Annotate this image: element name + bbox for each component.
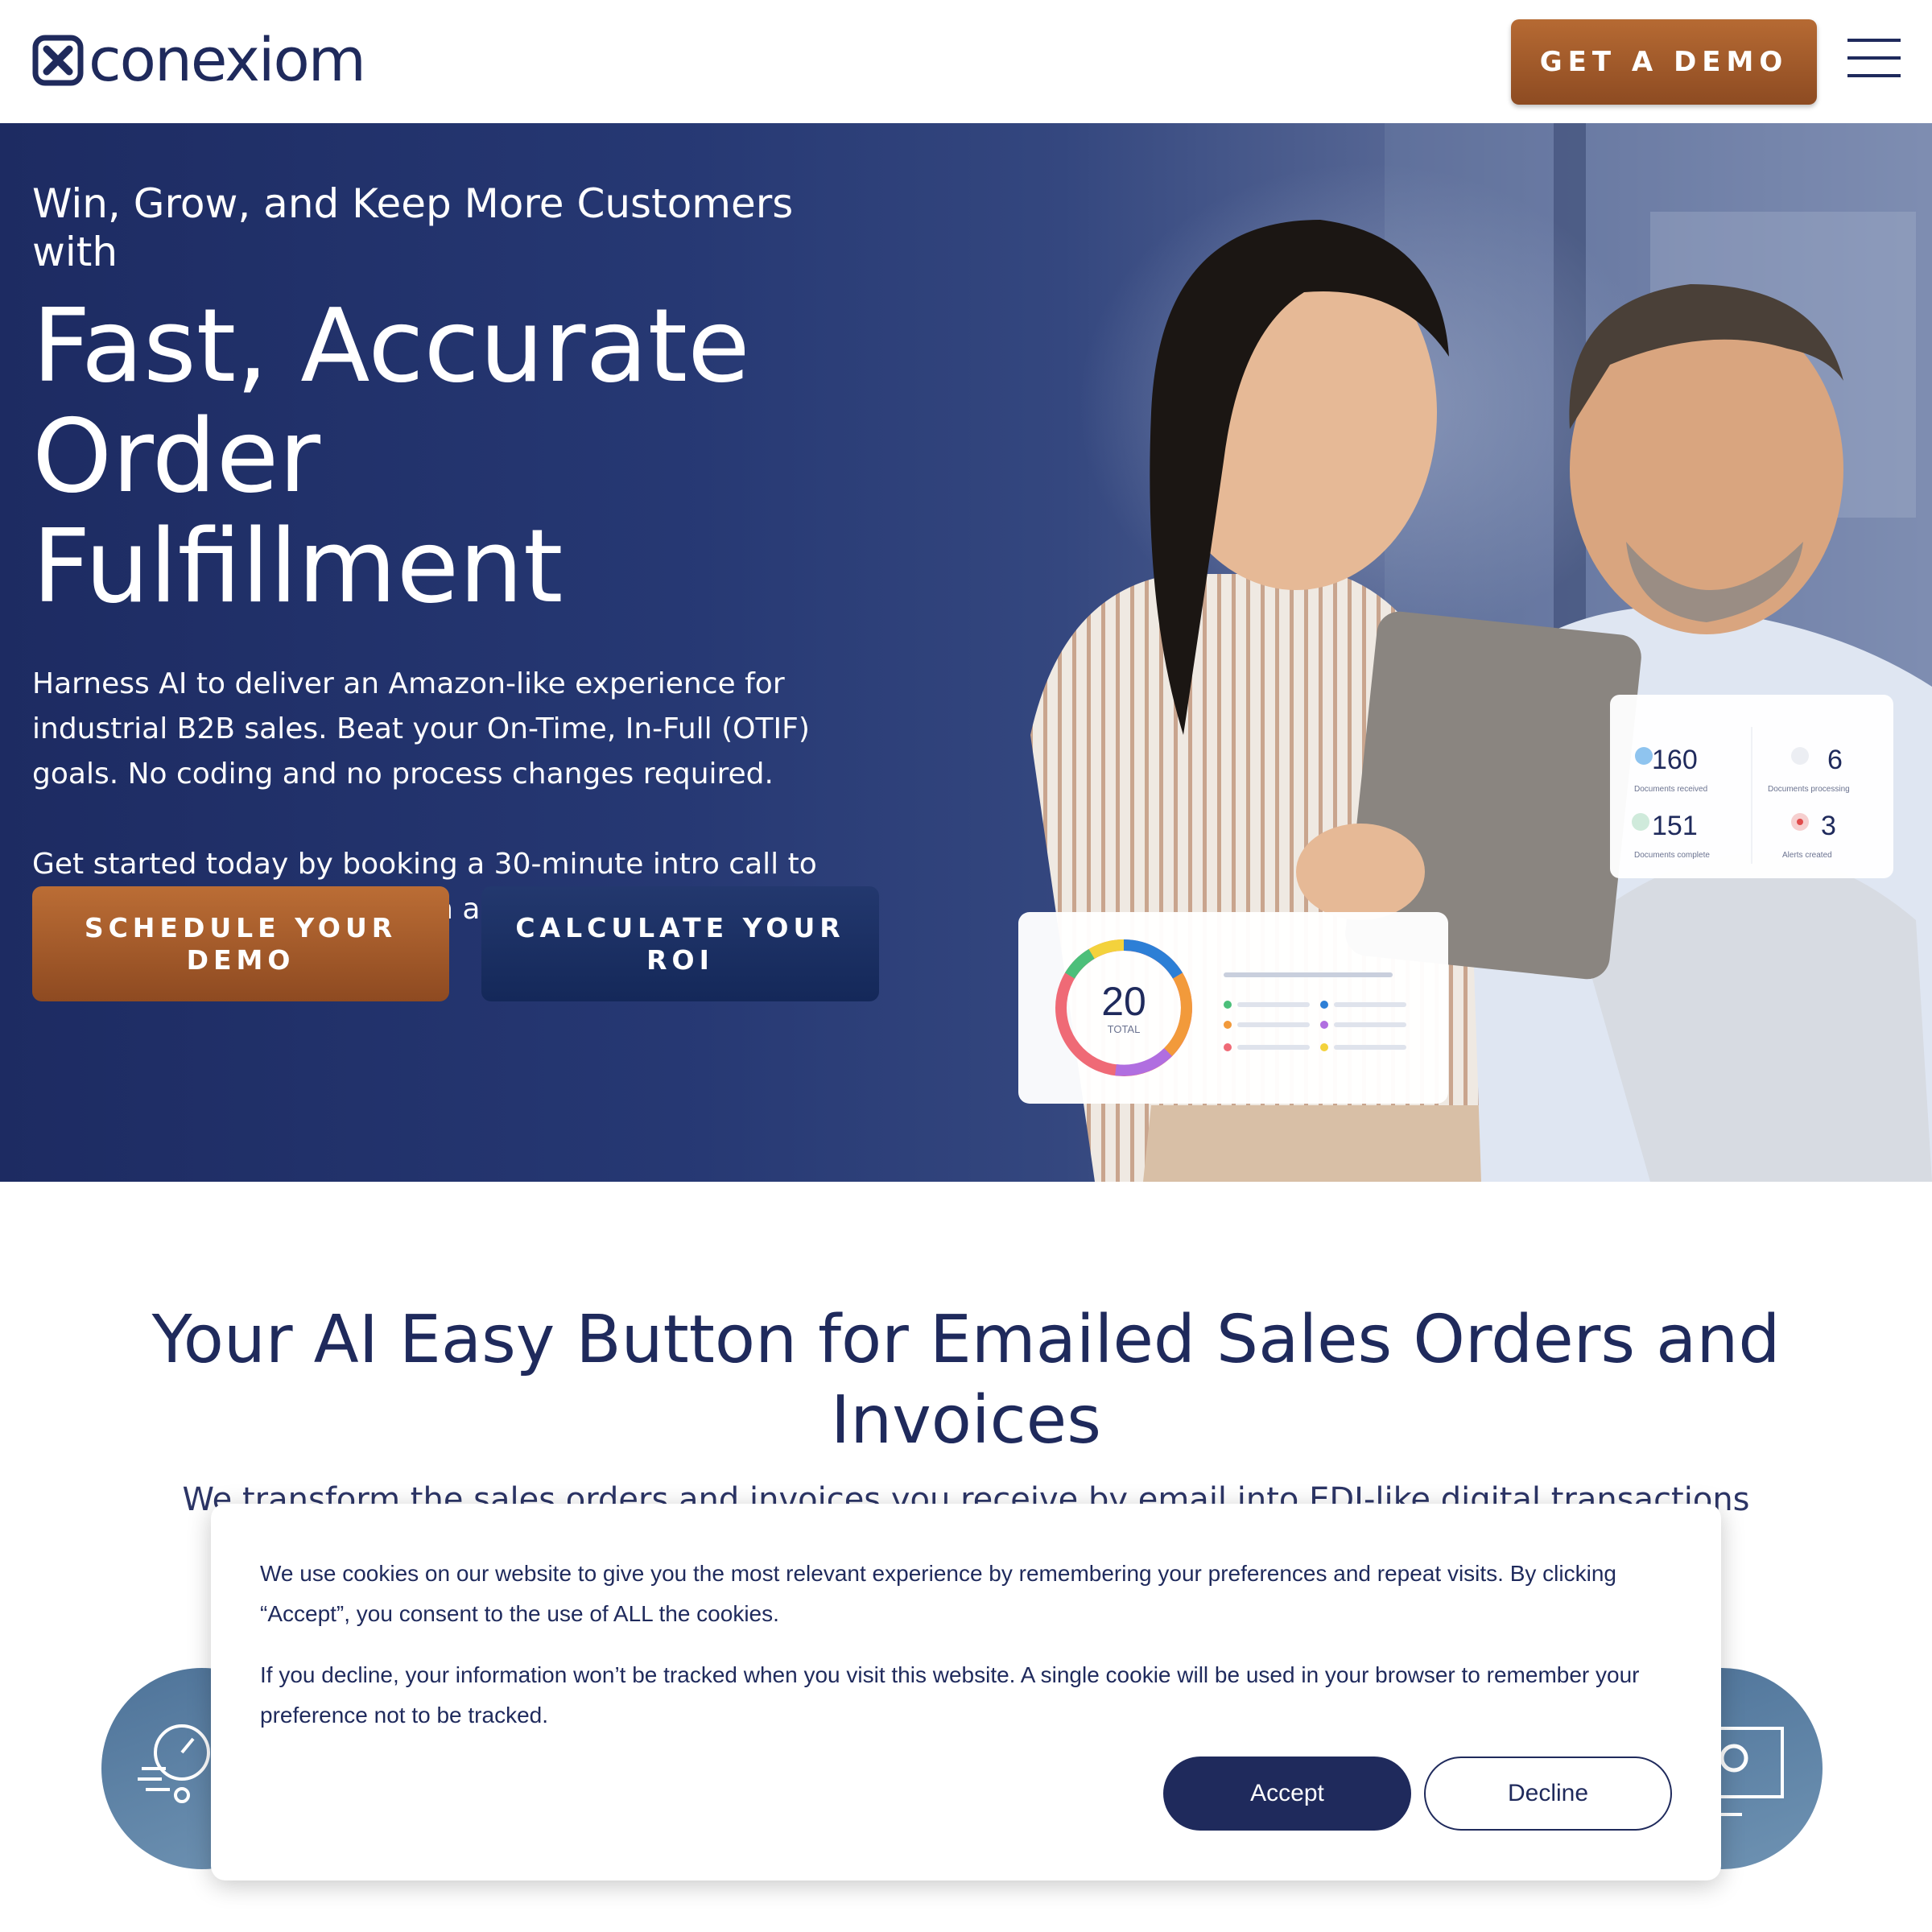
stats-card: 160 Documents received 6 Documents proce… — [1610, 695, 1893, 878]
conexiom-logo-icon — [32, 35, 84, 86]
headline-line: Order — [32, 397, 321, 515]
decline-cookies-button[interactable]: Decline — [1424, 1757, 1672, 1831]
calculate-roi-button[interactable]: CALCULATE YOUR ROI — [481, 886, 879, 1001]
hero-kicker: Win, Grow, and Keep More Customers with — [32, 180, 794, 275]
cookie-text: If you decline, your information won’t b… — [260, 1662, 1640, 1728]
stat-value: 160 — [1652, 745, 1698, 775]
menu-icon[interactable] — [1847, 39, 1901, 77]
cookie-text: We use cookies on our website to give yo… — [260, 1561, 1616, 1626]
get-a-demo-button[interactable]: GET A DEMO — [1511, 19, 1817, 105]
donut-total-label: TOTAL — [1108, 1023, 1141, 1035]
stat-label: Documents complete — [1634, 851, 1710, 860]
stat-label: Documents processing — [1768, 785, 1850, 794]
stat-label: Alerts created — [1782, 851, 1832, 860]
donut-card: 20 TOTAL — [1018, 912, 1448, 1104]
logo[interactable]: conexiom — [32, 26, 366, 95]
cookie-consent-banner: We use cookies on our website to give yo… — [211, 1504, 1721, 1880]
hero-copy: Win, Grow, and Keep More Customers with … — [32, 180, 869, 977]
hero-section: 160 Documents received 6 Documents proce… — [0, 123, 1932, 1182]
hero-headline: Fast, Accurate Order Fulfillment — [32, 291, 869, 621]
logo-text: conexiom — [89, 26, 366, 95]
stat-label: Documents received — [1634, 785, 1707, 794]
stat-value: 3 — [1821, 811, 1836, 841]
hero-description: Harness AI to deliver an Amazon-like exp… — [32, 667, 810, 791]
schedule-demo-button[interactable]: SCHEDULE YOUR DEMO — [32, 886, 449, 1001]
stat-value: 6 — [1827, 745, 1843, 775]
site-header: conexiom GET A DEMO — [0, 0, 1932, 123]
headline-line: Fulfillment — [32, 507, 564, 625]
headline-line: Fast, Accurate — [32, 287, 750, 405]
section-title: Your AI Easy Button for Emailed Sales Or… — [151, 1302, 1781, 1459]
stat-value: 151 — [1652, 811, 1698, 841]
donut-total: 20 — [1101, 979, 1146, 1024]
accept-cookies-button[interactable]: Accept — [1163, 1757, 1411, 1831]
